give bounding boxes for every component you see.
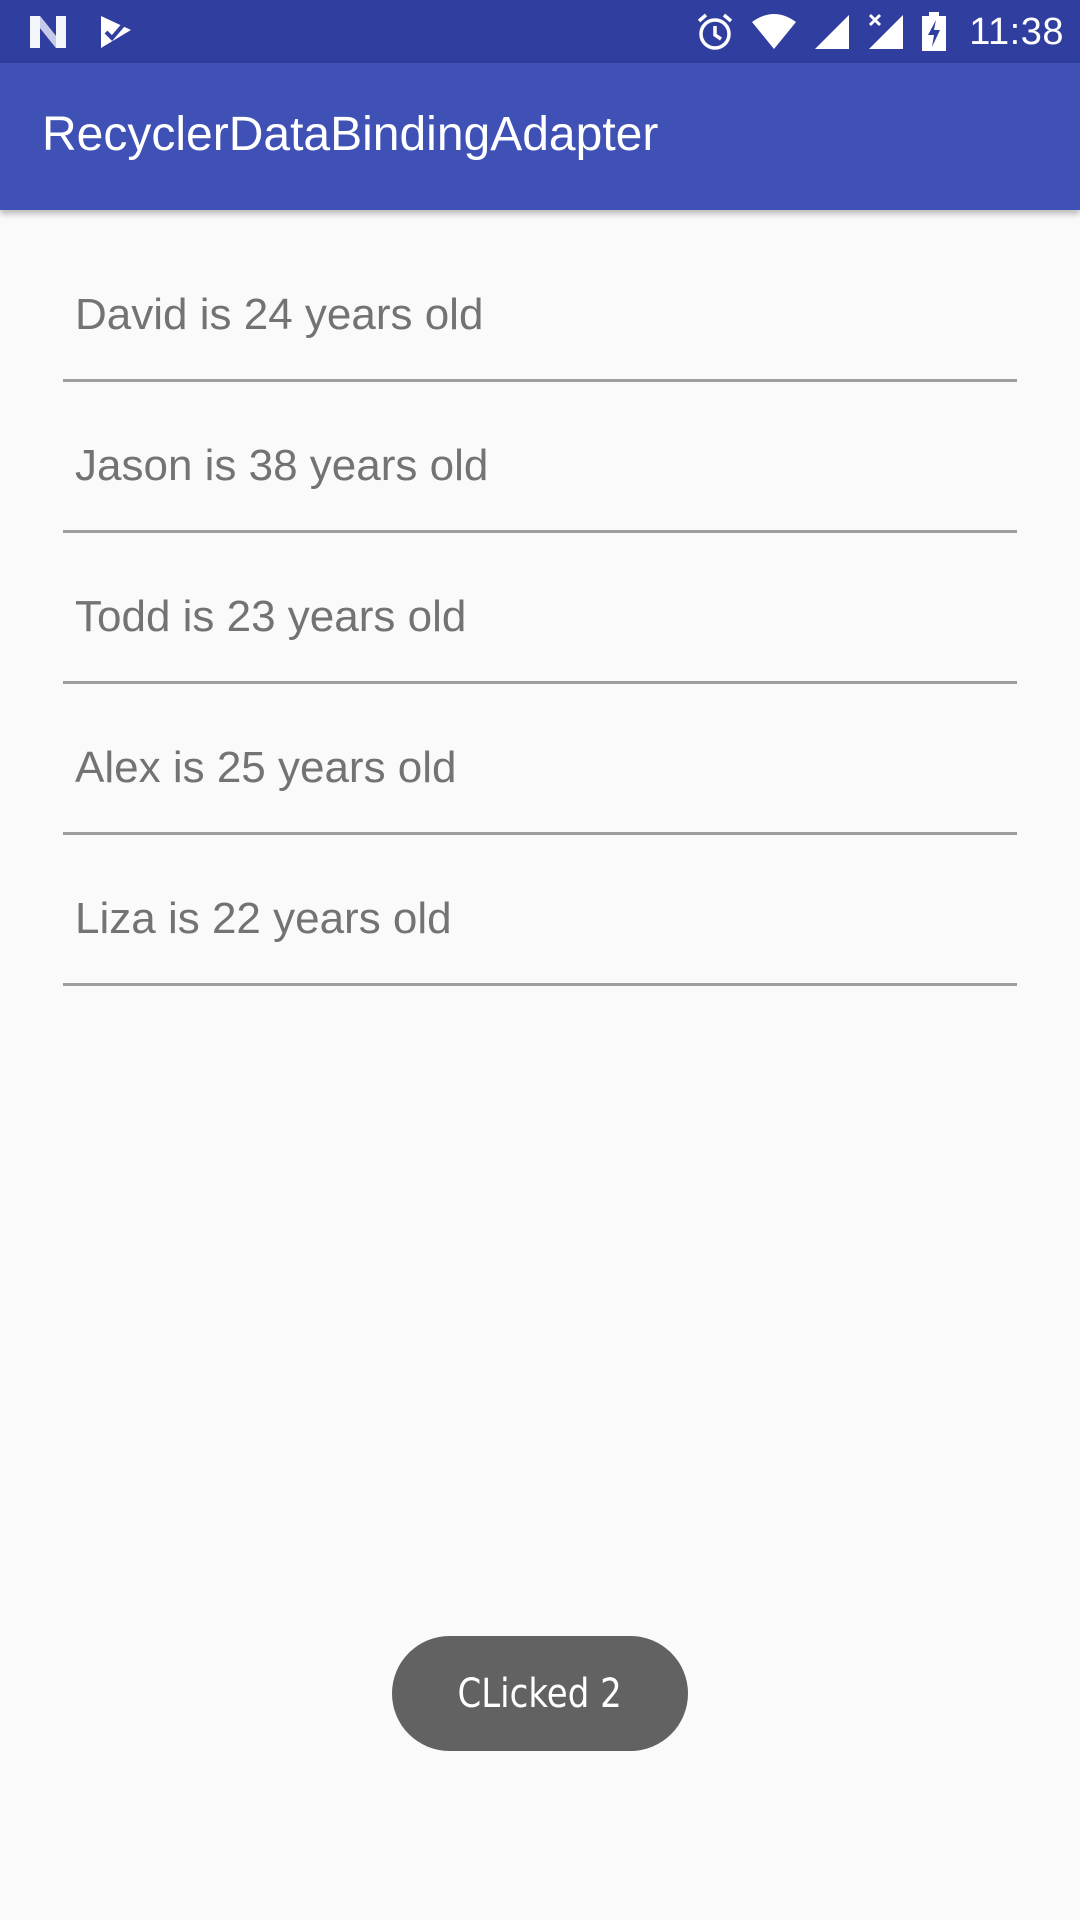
list-item-divider [63, 832, 1017, 835]
list-item-divider [63, 530, 1017, 533]
list-item[interactable]: Todd is 23 years old [0, 535, 1080, 686]
app-title: RecyclerDataBindingAdapter [42, 108, 659, 161]
list-item-text: Todd is 23 years old [75, 592, 467, 641]
status-left-icons [28, 12, 134, 52]
screen: 11:38 RecyclerDataBindingAdapter David i… [0, 0, 1080, 1920]
wifi-icon [751, 14, 797, 50]
list-item-divider [63, 983, 1017, 986]
battery-charging-icon [921, 12, 947, 52]
list-item-text: Liza is 22 years old [75, 894, 452, 943]
list-item[interactable]: Jason is 38 years old [0, 384, 1080, 535]
status-bar: 11:38 [0, 0, 1080, 63]
app-bar: RecyclerDataBindingAdapter [0, 63, 1080, 210]
cell-signal-icon [813, 13, 851, 51]
toast: CLicked 2 [392, 1636, 688, 1751]
list-item[interactable]: Liza is 22 years old [0, 837, 1080, 988]
status-time: 11:38 [969, 10, 1064, 53]
list-item-text: Jason is 38 years old [75, 441, 489, 490]
list-item[interactable]: Alex is 25 years old [0, 686, 1080, 837]
status-right-icons: 11:38 [695, 8, 1064, 56]
alarm-icon [695, 12, 735, 52]
list-item-text: Alex is 25 years old [75, 743, 457, 792]
cell-signal-no-data-icon [867, 13, 905, 51]
n-logo-icon [28, 14, 68, 50]
list-item-divider [63, 681, 1017, 684]
list-item-text: David is 24 years old [75, 290, 484, 339]
list-item[interactable]: David is 24 years old [0, 210, 1080, 384]
toast-text: CLicked 2 [457, 1670, 623, 1717]
checkmark-notification-icon [98, 14, 134, 50]
list-item-divider [63, 379, 1017, 382]
